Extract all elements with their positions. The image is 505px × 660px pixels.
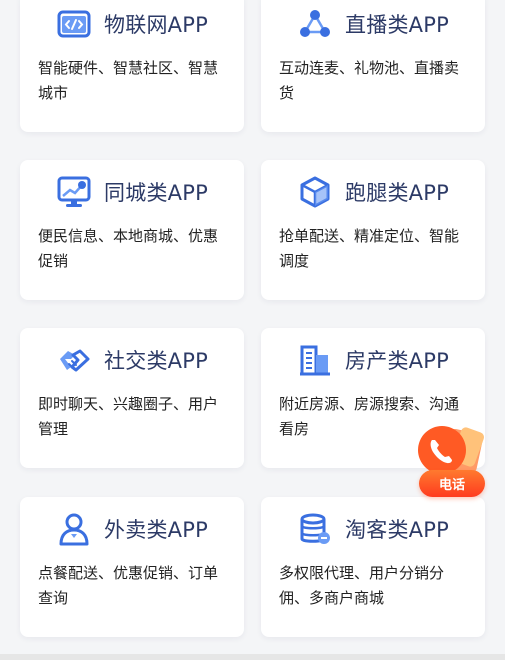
app-category-page: 物联网APP 智能硬件、智慧社区、智慧城市 直播类APP 互动连麦、礼物池、直播… (0, 0, 505, 660)
card-head: 物联网APP (20, 6, 244, 42)
card-takeaway[interactable]: 外卖类APP 点餐配送、优惠促销、订单查询 (20, 497, 244, 637)
card-title: 外卖类APP (104, 518, 208, 542)
card-title: 同城类APP (104, 181, 208, 205)
card-title: 物联网APP (104, 13, 208, 37)
card-head: 外卖类APP (20, 511, 244, 547)
network-nodes-icon (297, 6, 333, 42)
bottom-divider (0, 654, 505, 660)
card-social[interactable]: 社交类APP 即时聊天、兴趣圈子、用户管理 (20, 328, 244, 468)
card-head: 直播类APP (261, 6, 485, 42)
monitor-chart-icon (56, 174, 92, 210)
card-errand[interactable]: 跑腿类APP 抢单配送、精准定位、智能调度 (261, 160, 485, 300)
handshake-icon (56, 342, 92, 378)
building-icon (297, 342, 333, 378)
card-title: 淘客类APP (345, 518, 449, 542)
card-iot[interactable]: 物联网APP 智能硬件、智慧社区、智慧城市 (20, 0, 244, 132)
card-live[interactable]: 直播类APP 互动连麦、礼物池、直播卖货 (261, 0, 485, 132)
card-description: 便民信息、本地商城、优惠促销 (38, 227, 219, 270)
card-description: 点餐配送、优惠促销、订单查询 (38, 564, 219, 607)
phone-label[interactable]: 电话 (419, 470, 485, 497)
card-head: 淘客类APP (261, 511, 485, 547)
card-head: 跑腿类APP (261, 174, 485, 210)
card-head: 同城类APP (20, 174, 244, 210)
card-local[interactable]: 同城类APP 便民信息、本地商城、优惠促销 (20, 160, 244, 300)
card-taoke[interactable]: 淘客类APP 多权限代理、用户分销分佣、多商户商城 (261, 497, 485, 637)
card-description: 即时聊天、兴趣圈子、用户管理 (38, 395, 219, 438)
database-icon (297, 511, 333, 547)
card-description: 互动连麦、礼物池、直播卖货 (279, 59, 460, 102)
card-description: 抢单配送、精准定位、智能调度 (279, 227, 460, 270)
card-title: 房产类APP (345, 349, 449, 373)
card-title: 跑腿类APP (345, 181, 449, 205)
card-head: 房产类APP (261, 342, 485, 378)
user-icon (56, 511, 92, 547)
box-cube-icon (297, 174, 333, 210)
card-title: 社交类APP (104, 349, 208, 373)
card-head: 社交类APP (20, 342, 244, 378)
card-description: 多权限代理、用户分销分佣、多商户商城 (279, 564, 445, 607)
card-description: 智能硬件、智慧社区、智慧城市 (38, 59, 219, 102)
code-window-icon (56, 6, 92, 42)
card-title: 直播类APP (345, 13, 449, 37)
